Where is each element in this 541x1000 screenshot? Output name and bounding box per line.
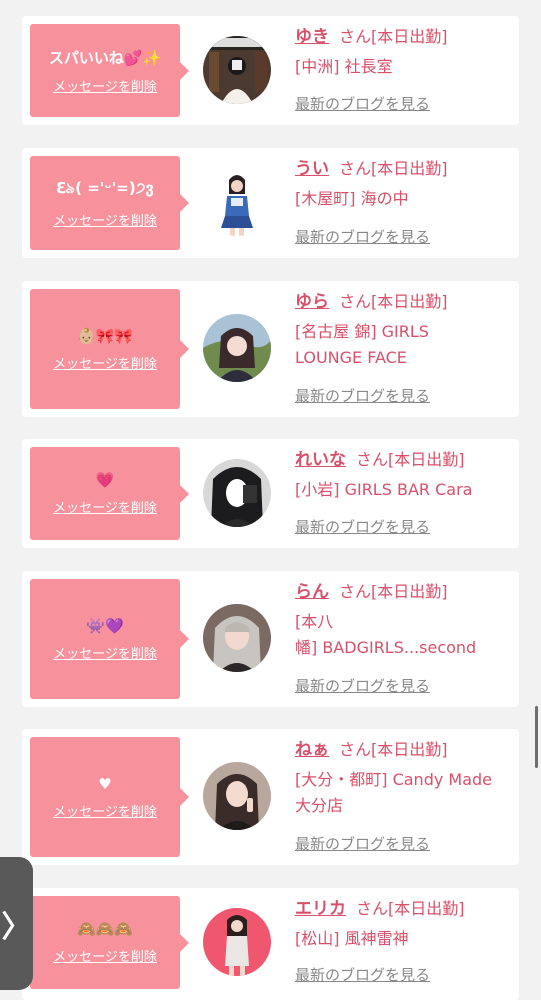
delete-message-link[interactable]: メッセージを削除	[53, 497, 157, 516]
shop-name: [木屋町] 海の中	[295, 186, 510, 212]
avatar[interactable]	[203, 168, 271, 236]
status-badge: [本日出勤]	[388, 899, 465, 918]
honorific: さん	[339, 27, 372, 46]
shop-line: [中洲] 社長室	[295, 57, 393, 76]
shop-name: [大分・都町] Candy Made 大分店	[295, 767, 510, 819]
shop-line: LOUNGE FACE	[295, 348, 407, 367]
shop-name: [中洲] 社長室	[295, 54, 510, 80]
chevron-right-icon: 〉	[1, 909, 32, 945]
message-bubble: 🙈🙈🙈 メッセージを削除	[30, 896, 189, 989]
cast-name-link[interactable]: らん	[295, 582, 329, 602]
list-item: ℇ৯( ='ᵕ'=)੭ვ メッセージを削除 うい さん[本日出勤] [木屋町] 海…	[22, 148, 519, 258]
cast-info: れいな さん[本日出勤] [小岩] GIRLS BAR Cara 最新のブログを見…	[295, 449, 510, 539]
cast-name-link[interactable]: ゆき	[295, 27, 329, 47]
message-text: ℇ৯( ='ᵕ'=)੭ვ	[56, 179, 154, 197]
message-text: 👾💜	[86, 616, 124, 635]
list-item: スパいいね💕✨ メッセージを削除 ゆき さん[本日出勤] [中洲] 社長室 最新…	[22, 16, 519, 125]
list-item: 👶🏼🎀🎀 メッセージを削除 ゆら さん[本日出勤] [名古屋 錦] GIRLS L…	[22, 281, 519, 417]
status-badge: [本日出勤]	[388, 450, 465, 469]
honorific: さん	[339, 740, 372, 759]
honorific: さん	[356, 450, 389, 469]
cast-info: ゆき さん[本日出勤] [中洲] 社長室 最新のブログを見る	[295, 26, 510, 116]
message-bubble: 💗 メッセージを削除	[30, 447, 189, 540]
shop-name: [本八 幡] BADGIRLS...second	[295, 609, 510, 661]
message-bubble: スパいいね💕✨ メッセージを削除	[30, 24, 189, 117]
cast-name-link[interactable]: エリカ	[295, 899, 346, 919]
cast-name-link[interactable]: ゆら	[295, 292, 329, 312]
status-badge: [本日出勤]	[371, 159, 448, 178]
side-drawer-toggle[interactable]: 〉	[0, 857, 33, 990]
message-bubble: 👶🏼🎀🎀 メッセージを削除	[30, 289, 189, 409]
cast-info: うい さん[本日出勤] [木屋町] 海の中 最新のブログを見る	[295, 158, 510, 248]
avatar[interactable]	[203, 314, 271, 382]
list-item: 🙈🙈🙈 メッセージを削除 エリカ さん[本日出勤] [松山] 風神雷神 最新のブロ…	[22, 888, 519, 1000]
message-text: ♥	[98, 774, 112, 793]
shop-name: [小岩] GIRLS BAR Cara	[295, 477, 510, 503]
message-text: スパいいね💕✨	[48, 48, 162, 67]
message-bubble: ℇ৯( ='ᵕ'=)੭ვ メッセージを削除	[30, 156, 189, 250]
shop-line: [木屋町] 海の中	[295, 189, 409, 208]
latest-blog-link[interactable]: 最新のブログを見る	[295, 385, 430, 406]
avatar[interactable]	[203, 36, 271, 104]
message-text: 👶🏼🎀🎀	[76, 326, 134, 345]
cast-info: ねぁ さん[本日出勤] [大分・都町] Candy Made 大分店 最新のブログ…	[295, 739, 510, 857]
shop-line: [小岩] GIRLS BAR Cara	[295, 480, 473, 499]
latest-blog-link[interactable]: 最新のブログを見る	[295, 833, 430, 854]
delete-message-link[interactable]: メッセージを削除	[53, 210, 157, 229]
latest-blog-link[interactable]: 最新のブログを見る	[295, 964, 430, 985]
message-bubble: 👾💜 メッセージを削除	[30, 579, 189, 699]
shop-line: [名古屋 錦] GIRLS	[295, 322, 429, 341]
delete-message-link[interactable]: メッセージを削除	[53, 946, 157, 965]
delete-message-link[interactable]: メッセージを削除	[53, 353, 157, 372]
shop-line: 幡] BADGIRLS...second	[295, 638, 477, 657]
latest-blog-link[interactable]: 最新のブログを見る	[295, 93, 430, 114]
list-item: ♥ メッセージを削除 ねぁ さん[本日出勤] [大分・都町] Candy Made…	[22, 729, 519, 865]
cast-name-link[interactable]: うい	[295, 159, 329, 179]
avatar[interactable]	[203, 459, 271, 527]
latest-blog-link[interactable]: 最新のブログを見る	[295, 226, 430, 247]
status-badge: [本日出勤]	[371, 740, 448, 759]
cast-name-link[interactable]: ねぁ	[295, 740, 329, 760]
shop-name: [名古屋 錦] GIRLS LOUNGE FACE	[295, 319, 510, 371]
cast-info: エリカ さん[本日出勤] [松山] 風神雷神 最新のブログを見る	[295, 898, 510, 988]
message-text: 🙈🙈🙈	[76, 920, 134, 938]
honorific: さん	[339, 159, 372, 178]
shop-line: 大分店	[295, 796, 344, 815]
message-text: 💗	[95, 471, 115, 489]
honorific: さん	[356, 899, 389, 918]
shop-line: [大分・都町] Candy Made	[295, 770, 493, 789]
cast-info: らん さん[本日出勤] [本八 幡] BADGIRLS...second 最新のブ…	[295, 581, 510, 699]
avatar[interactable]	[203, 604, 271, 672]
shop-line: [松山] 風神雷神	[295, 929, 409, 948]
list-item: 💗 メッセージを削除 れいな さん[本日出勤] [小岩] GIRLS BAR Ca…	[22, 439, 519, 548]
honorific: さん	[339, 582, 372, 601]
status-badge: [本日出勤]	[371, 582, 448, 601]
delete-message-link[interactable]: メッセージを削除	[53, 643, 157, 662]
delete-message-link[interactable]: メッセージを削除	[53, 801, 157, 820]
avatar[interactable]	[203, 908, 271, 976]
status-badge: [本日出勤]	[371, 292, 448, 311]
honorific: さん	[339, 292, 372, 311]
avatar[interactable]	[203, 762, 271, 830]
status-badge: [本日出勤]	[371, 27, 448, 46]
cast-info: ゆら さん[本日出勤] [名古屋 錦] GIRLS LOUNGE FACE 最新の…	[295, 291, 510, 409]
shop-name: [松山] 風神雷神	[295, 926, 510, 952]
shop-line: [本八	[295, 612, 334, 631]
message-bubble: ♥ メッセージを削除	[30, 737, 189, 857]
scrollbar-thumb[interactable]	[535, 706, 538, 768]
latest-blog-link[interactable]: 最新のブログを見る	[295, 516, 430, 537]
latest-blog-link[interactable]: 最新のブログを見る	[295, 675, 430, 696]
list-item: 👾💜 メッセージを削除 らん さん[本日出勤] [本八 幡] BADGIRLS..…	[22, 571, 519, 707]
delete-message-link[interactable]: メッセージを削除	[53, 76, 157, 95]
cast-name-link[interactable]: れいな	[295, 450, 346, 470]
